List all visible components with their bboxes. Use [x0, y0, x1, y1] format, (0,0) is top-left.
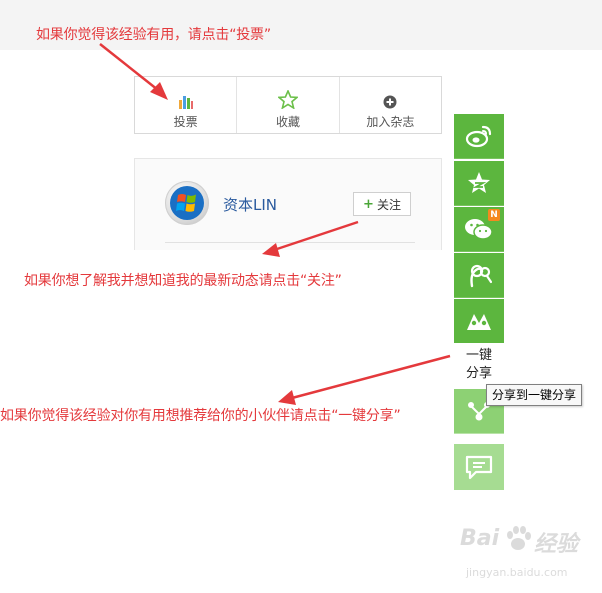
arrow-to-follow: [262, 220, 359, 257]
paw-icon: [507, 526, 531, 550]
baidu-jingyan-watermark: Bai 经验 jingyan.baidu.com: [460, 520, 600, 590]
arrow-to-vote: [99, 43, 168, 100]
watermark-brand-cn: 经验: [534, 532, 579, 557]
screenshot-canvas: 如果你觉得该经验有用，请点击“投票” 如果你想了解我并想知道我的最新动态请点击“…: [0, 0, 602, 593]
arrow-to-share: [278, 354, 451, 405]
watermark-url: jingyan.baidu.com: [466, 566, 568, 579]
annotation-arrows: [99, 43, 451, 405]
watermark-brand: Bai: [460, 526, 500, 551]
